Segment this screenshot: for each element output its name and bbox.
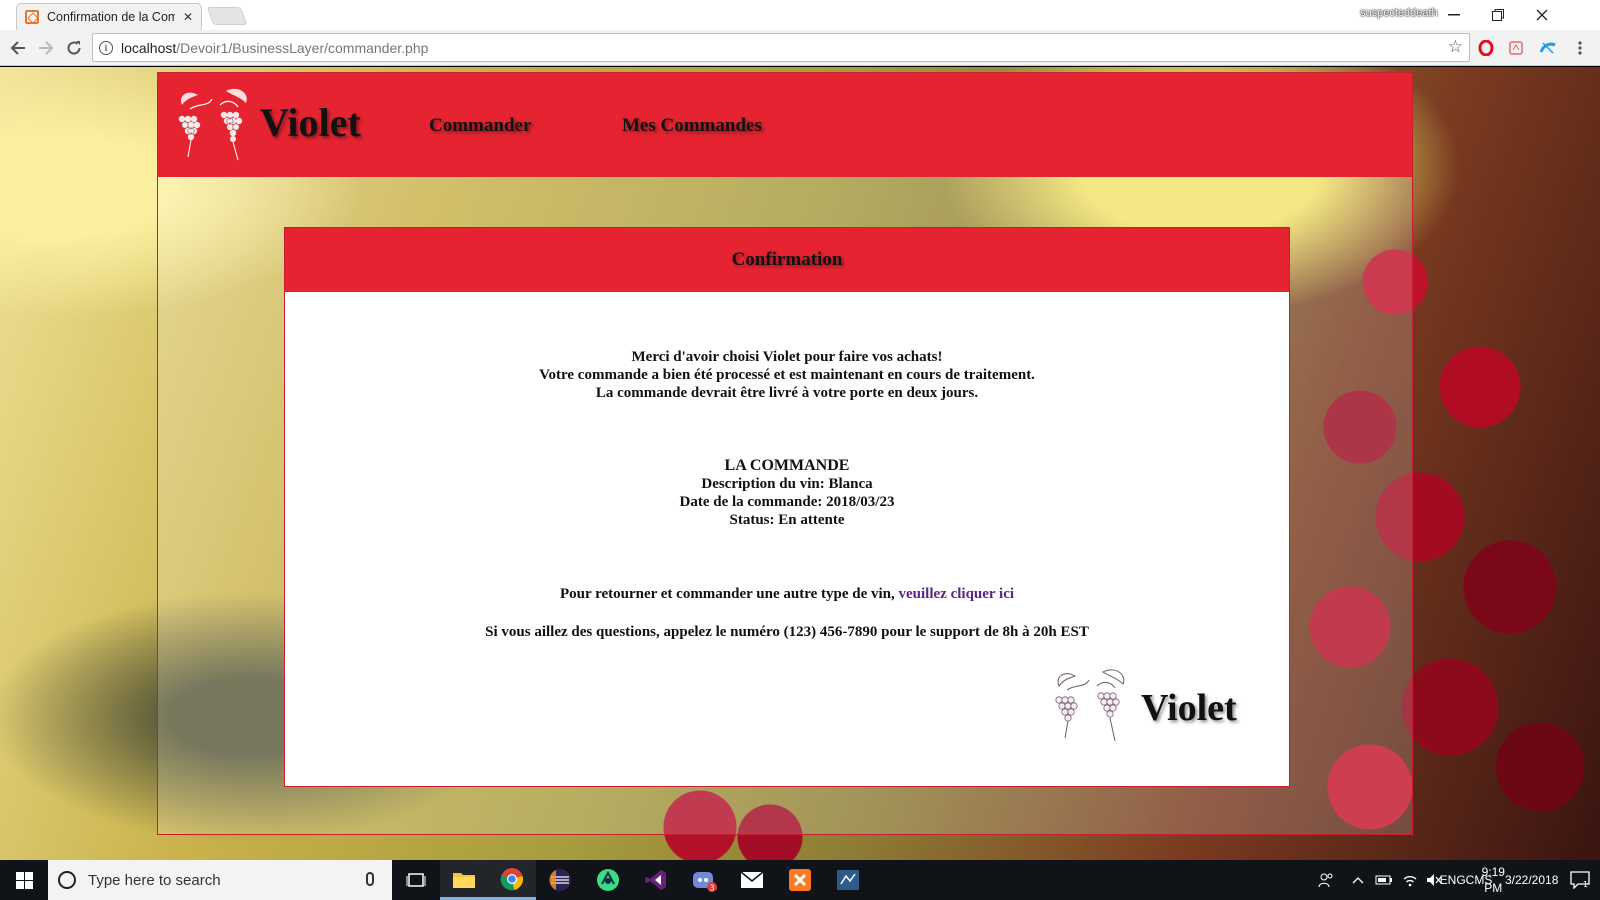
discord-icon[interactable]: 3 xyxy=(680,860,728,900)
task-view-icon[interactable] xyxy=(392,860,440,900)
nav-mes-commandes[interactable]: Mes Commandes xyxy=(622,115,762,137)
confirmation-card: Confirmation Merci d'avoir choisi Violet… xyxy=(284,227,1290,787)
mail-icon[interactable] xyxy=(728,860,776,900)
title-bar: Confirmation de la Commande ✕ suspectedd… xyxy=(0,0,1600,30)
notification-center-icon[interactable]: 1 xyxy=(1560,860,1600,900)
return-message: Pour retourner et commander une autre ty… xyxy=(285,585,1289,603)
site-name[interactable]: Violet xyxy=(260,99,361,146)
thanks-line: Merci d'avoir choisi Violet pour faire v… xyxy=(631,349,943,365)
file-explorer-icon[interactable] xyxy=(440,860,488,900)
order-date: Date de la commande: 2018/03/23 xyxy=(679,494,895,510)
menu-icon[interactable] xyxy=(1570,38,1590,58)
xampp-icon[interactable] xyxy=(776,860,824,900)
android-studio-icon[interactable] xyxy=(584,860,632,900)
address-bar[interactable]: i localhost/Devoir1/BusinessLayer/comman… xyxy=(92,33,1470,62)
tab-title: Confirmation de la Commande xyxy=(47,10,175,24)
language-top: ENG xyxy=(1439,873,1466,887)
clock[interactable]: 9:19 PM 3/22/2018 xyxy=(1481,860,1559,900)
restore-icon[interactable] xyxy=(1478,3,1518,27)
clock-time: 9:19 PM xyxy=(1481,865,1505,895)
opera-icon[interactable] xyxy=(1476,38,1496,58)
return-link[interactable]: veuillez cliquer ici xyxy=(899,586,1015,602)
windows-icon xyxy=(15,871,33,889)
reload-icon[interactable] xyxy=(62,36,86,60)
extension-icon[interactable] xyxy=(1538,38,1558,58)
search-placeholder: Type here to search xyxy=(88,871,221,889)
footer-grape-logo-icon xyxy=(1055,669,1125,742)
info-icon[interactable]: i xyxy=(99,40,113,55)
visual-studio-icon[interactable] xyxy=(632,860,680,900)
support-message: Si vous aillez des questions, appelez le… xyxy=(485,624,1089,640)
url-text[interactable]: localhost/Devoir1/BusinessLayer/commande… xyxy=(121,40,428,56)
language-indicator[interactable]: ENG CMS xyxy=(1440,860,1493,900)
ssms-icon[interactable] xyxy=(824,860,872,900)
wifi-icon[interactable] xyxy=(1398,860,1422,900)
nav-commander[interactable]: Commander xyxy=(429,115,531,137)
thanks-message: Merci d'avoir choisi Violet pour faire v… xyxy=(285,348,1289,402)
page-viewport: Violet Commander Mes Commandes Confirmat… xyxy=(0,67,1600,860)
battery-icon[interactable] xyxy=(1372,860,1396,900)
discord-badge: 3 xyxy=(709,884,714,893)
back-icon[interactable] xyxy=(6,36,30,60)
bookmark-star-icon[interactable]: ☆ xyxy=(1448,37,1463,57)
card-title: Confirmation xyxy=(731,249,843,270)
thanks-line: Votre commande a bien été processé et es… xyxy=(539,367,1035,383)
microphone-icon[interactable] xyxy=(366,872,374,886)
order-details: LA COMMANDE Description du vin: Blanca D… xyxy=(285,457,1289,529)
site-header: Violet Commander Mes Commandes xyxy=(158,73,1412,177)
return-text: Pour retourner et commander une autre ty… xyxy=(559,586,895,602)
new-tab-button[interactable] xyxy=(206,7,248,25)
start-button[interactable] xyxy=(0,860,48,900)
people-icon[interactable] xyxy=(1312,860,1340,900)
browser-tab[interactable]: Confirmation de la Commande ✕ xyxy=(16,3,202,30)
show-hidden-icons-icon[interactable] xyxy=(1346,860,1370,900)
order-status: Status: En attente xyxy=(729,512,845,528)
profile-button[interactable]: suspecteddeath xyxy=(1360,7,1438,19)
tab-close-icon[interactable]: ✕ xyxy=(183,10,193,24)
minimize-icon[interactable] xyxy=(1434,3,1474,27)
thanks-line: La commande devrait être livré à votre p… xyxy=(595,385,979,401)
order-description: Description du vin: Blanca xyxy=(701,476,873,492)
grape-vine-logo-icon xyxy=(178,88,247,161)
card-header: Confirmation xyxy=(285,228,1289,292)
close-window-icon[interactable] xyxy=(1522,3,1562,27)
footer-site-name: Violet xyxy=(1141,687,1237,729)
chrome-icon[interactable] xyxy=(488,860,536,900)
order-title: LA COMMANDE xyxy=(724,457,850,474)
clock-date: 3/22/2018 xyxy=(1504,873,1559,887)
xampp-favicon-icon xyxy=(25,10,39,24)
notification-count: 1 xyxy=(1583,880,1588,889)
taskbar: Type here to search 3 ENG CMS 9:19 PM 3/… xyxy=(0,860,1600,900)
taskbar-search[interactable]: Type here to search xyxy=(48,860,392,900)
eclipse-icon[interactable] xyxy=(536,860,584,900)
pdf-icon[interactable] xyxy=(1506,38,1526,58)
cortana-icon xyxy=(58,871,76,889)
forward-icon[interactable] xyxy=(34,36,58,60)
browser-toolbar: i localhost/Devoir1/BusinessLayer/comman… xyxy=(0,30,1600,66)
